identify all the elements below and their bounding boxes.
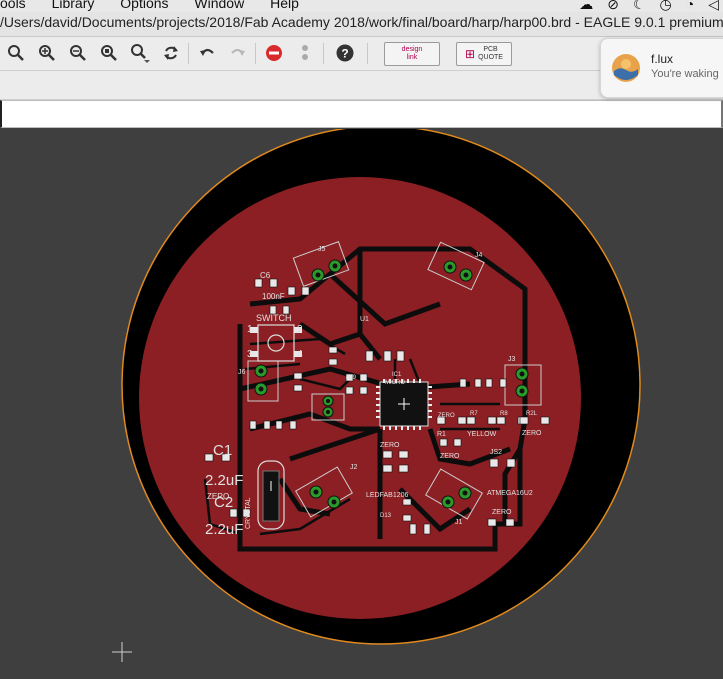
label-j3: J3 [508, 356, 516, 363]
menu-options[interactable]: Options [120, 0, 168, 11]
label-j1: J1 [455, 519, 463, 526]
toolbar-separator [367, 43, 368, 64]
label-atmega: ATMEGA16U2 [487, 490, 533, 497]
clock-icon[interactable]: ◷ [660, 0, 672, 12]
notification-app-name: f.lux [651, 52, 674, 66]
copper-pour [139, 177, 581, 619]
design-link-bottom: link [406, 54, 418, 61]
label-micro: MICRO [385, 380, 405, 386]
volume-icon[interactable]: ◁ [708, 0, 719, 12]
pcb-quote-bottom: QUOTE [478, 54, 503, 61]
menu-help[interactable]: Help [270, 0, 299, 11]
label-j6: J6 [238, 369, 246, 376]
board-drawing: C1 2.2uF C2 2.2uF ZERO C6 100nF SWITCH 1… [0, 125, 723, 674]
wifi-icon[interactable]: ◔ [686, 0, 694, 12]
toolbar-separator [188, 43, 189, 64]
stop-icon[interactable] [263, 42, 285, 64]
pcb-quote-icon: ⊞ [465, 47, 476, 61]
title-bar: /Users/david/Documents/projects/2018/Fab… [0, 12, 723, 37]
sync-icon[interactable]: ⊘ [607, 0, 619, 12]
label-switch: SWITCH [256, 313, 292, 323]
label-499: 499 [346, 375, 357, 381]
label-zero-a: ZERO [207, 492, 229, 501]
label-yellow: YELLOW [467, 431, 497, 438]
label-j2: J2 [350, 464, 358, 471]
zoom-select-icon[interactable] [98, 42, 120, 64]
label-r1: R1 [437, 431, 446, 438]
label-j4: J4 [475, 252, 483, 259]
cloud-upload-icon[interactable]: ☁ [579, 0, 593, 12]
label-ic1: IC1 [392, 372, 402, 378]
flux-app-icon [612, 54, 640, 82]
zoom-fit-icon[interactable] [5, 42, 27, 64]
flux-notification[interactable]: f.lux You're waking [600, 38, 723, 98]
label-c1: C1 [213, 442, 232, 459]
menu-window[interactable]: Window [194, 0, 244, 11]
label-c2-value: 2.2uF [205, 521, 243, 538]
menu-library[interactable]: Library [52, 0, 95, 11]
label-d13: D13 [380, 513, 392, 519]
label-c1-value: 2.2uF [205, 472, 243, 489]
moon-icon[interactable]: ☾ [633, 0, 646, 12]
label-u1: U1 [360, 316, 369, 323]
zoom-area-icon[interactable] [129, 42, 151, 64]
label-pin2: 2 [297, 324, 303, 335]
label-r8: R8 [500, 411, 508, 417]
zoom-out-icon[interactable] [67, 42, 89, 64]
go-icon[interactable] [294, 42, 316, 64]
pcb-quote-top: PCB [483, 46, 498, 53]
status-tray: ☁ ⊘ ☾ ◷ ◔ ◁ [579, 0, 719, 12]
board-canvas[interactable]: C1 2.2uF C2 2.2uF ZERO C6 100nF SWITCH 1… [0, 125, 723, 674]
label-pin3: 3 [247, 349, 253, 360]
label-j5: J5 [318, 246, 326, 253]
label-zero-e: ZERO [492, 509, 512, 516]
svg-text:?: ? [341, 47, 348, 61]
design-link-top: design [401, 46, 423, 53]
toolbar-separator [255, 43, 256, 64]
menu-tools[interactable]: ools [0, 0, 26, 11]
label-zero-r: ZERO [438, 413, 455, 419]
menu-bar: ools Library Options Window Help ☁ ⊘ ☾ ◷… [0, 0, 723, 12]
label-zero-d: ZERO [380, 442, 400, 449]
label-js2: JS2 [490, 449, 502, 456]
label-100nf: 100nF [262, 292, 285, 301]
command-line-input[interactable] [0, 100, 723, 128]
label-c6: C6 [260, 271, 271, 280]
toolbar-separator [323, 43, 324, 64]
help-icon[interactable]: ? [334, 42, 356, 64]
label-crystal: CRYSTAL [245, 497, 252, 529]
label-r7: R7 [470, 411, 478, 417]
menu-list: ools Library Options Window Help [0, 0, 321, 11]
label-pin1: 1 [247, 324, 253, 335]
label-r2l: R2L [526, 411, 538, 417]
label-pin4: 4 [297, 349, 303, 360]
notification-message: You're waking [651, 68, 719, 80]
zoom-in-icon[interactable] [36, 42, 58, 64]
ic1-microcontroller [376, 379, 432, 430]
redo-icon[interactable] [227, 42, 249, 64]
redraw-icon[interactable] [160, 42, 182, 64]
label-zero-c: ZERO [440, 453, 460, 460]
pcb-quote-button[interactable]: ⊞ PCB QUOTE [456, 42, 512, 66]
label-zero-b: ZERO [522, 430, 542, 437]
undo-icon[interactable] [196, 42, 218, 64]
label-led: LEDFAB1206 [366, 492, 409, 499]
design-link-button[interactable]: design link [384, 42, 440, 66]
window-title: /Users/david/Documents/projects/2018/Fab… [0, 14, 723, 30]
